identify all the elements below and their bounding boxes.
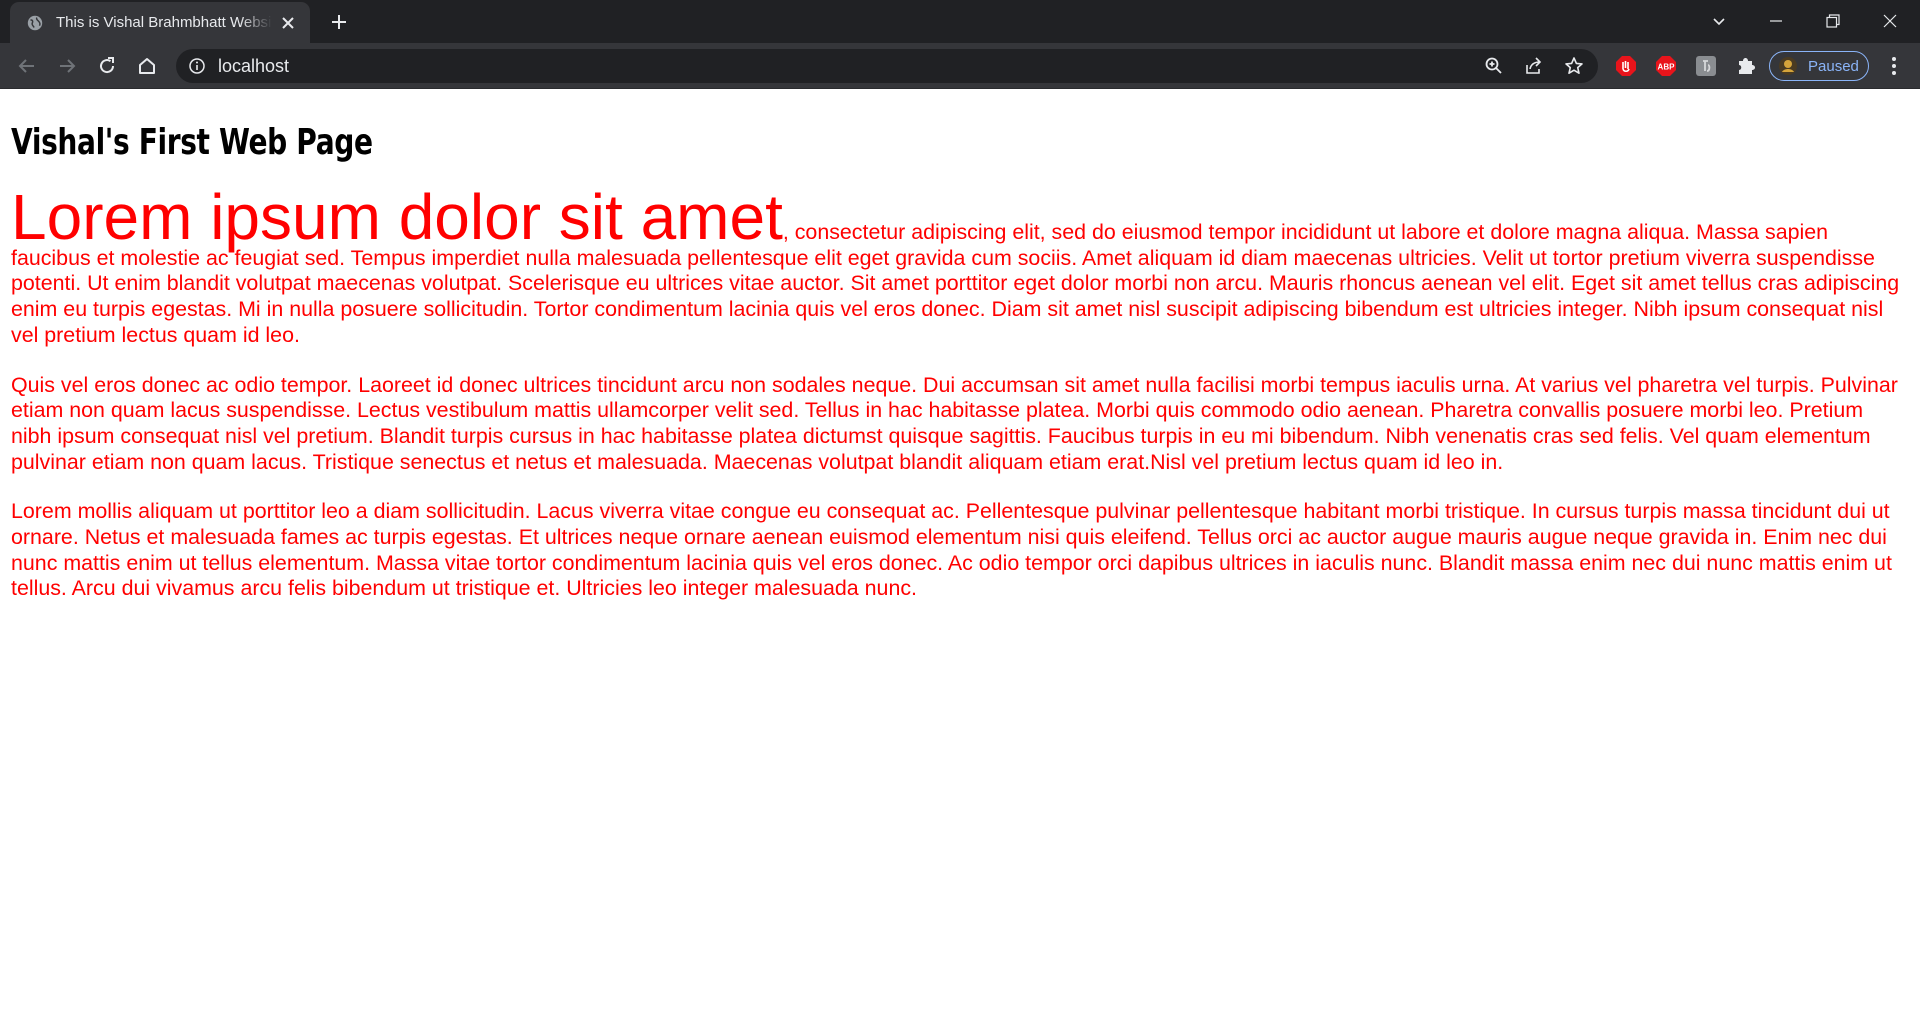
restore-button[interactable]: [1817, 6, 1849, 36]
share-icon[interactable]: [1523, 55, 1545, 77]
star-icon[interactable]: [1563, 55, 1585, 77]
restore-icon: [1826, 14, 1840, 28]
browser-toolbar: localhost ABP Paused: [0, 43, 1920, 89]
back-arrow-icon: [18, 59, 34, 73]
forward-arrow-icon: [60, 59, 76, 73]
home-button[interactable]: [133, 52, 161, 80]
back-button[interactable]: [13, 52, 41, 80]
zoom-icon[interactable]: [1483, 55, 1505, 77]
stop-sign-icon[interactable]: [1615, 55, 1637, 77]
tab-strip: This is Vishal Brahmbhatt Website: [0, 0, 1920, 43]
window-close-icon: [1883, 14, 1897, 28]
avatar-icon: [1779, 57, 1797, 75]
page-title: Vishal's First Web Page: [11, 122, 373, 163]
profile-button[interactable]: Paused: [1769, 51, 1869, 81]
browser-menu-button[interactable]: [1880, 52, 1908, 80]
browser-tab[interactable]: This is Vishal Brahmbhatt Website: [10, 2, 310, 43]
minimize-icon: [1770, 20, 1782, 22]
extension-gray-icon[interactable]: [1695, 55, 1717, 77]
window-close-button[interactable]: [1874, 6, 1906, 36]
minimize-button[interactable]: [1760, 6, 1792, 36]
reload-button[interactable]: [93, 52, 121, 80]
url-text[interactable]: localhost: [218, 57, 289, 75]
globe-icon: [27, 15, 43, 30]
svg-text:ABP: ABP: [1658, 63, 1676, 72]
paragraph-3: Lorem mollis aliquam ut porttitor leo a …: [11, 499, 1892, 601]
close-icon[interactable]: [278, 13, 298, 33]
kebab-menu-icon: [1892, 57, 1896, 75]
chevron-down-icon: [1713, 18, 1725, 26]
abp-icon[interactable]: ABP: [1655, 55, 1677, 77]
lead-text: Lorem ipsum dolor sit amet: [11, 181, 783, 253]
paragraph-1: Lorem ipsum dolor sit amet, consectetur …: [11, 185, 1909, 349]
tab-search-button[interactable]: [1703, 6, 1735, 36]
profile-status: Paused: [1808, 57, 1859, 75]
plus-icon: [332, 15, 346, 29]
paragraph-2: Quis vel eros donec ac odio tempor. Laor…: [11, 372, 1898, 474]
tab-title: This is Vishal Brahmbhatt Website: [56, 14, 272, 31]
home-icon: [139, 58, 155, 74]
forward-button[interactable]: [53, 52, 81, 80]
address-bar[interactable]: localhost: [176, 49, 1598, 83]
reload-icon: [100, 57, 115, 74]
info-icon[interactable]: [188, 57, 206, 75]
new-tab-button[interactable]: [326, 9, 352, 35]
page-content: Vishal's First Web Page Lorem ipsum dolo…: [0, 89, 1920, 602]
puzzle-icon[interactable]: [1735, 55, 1757, 77]
